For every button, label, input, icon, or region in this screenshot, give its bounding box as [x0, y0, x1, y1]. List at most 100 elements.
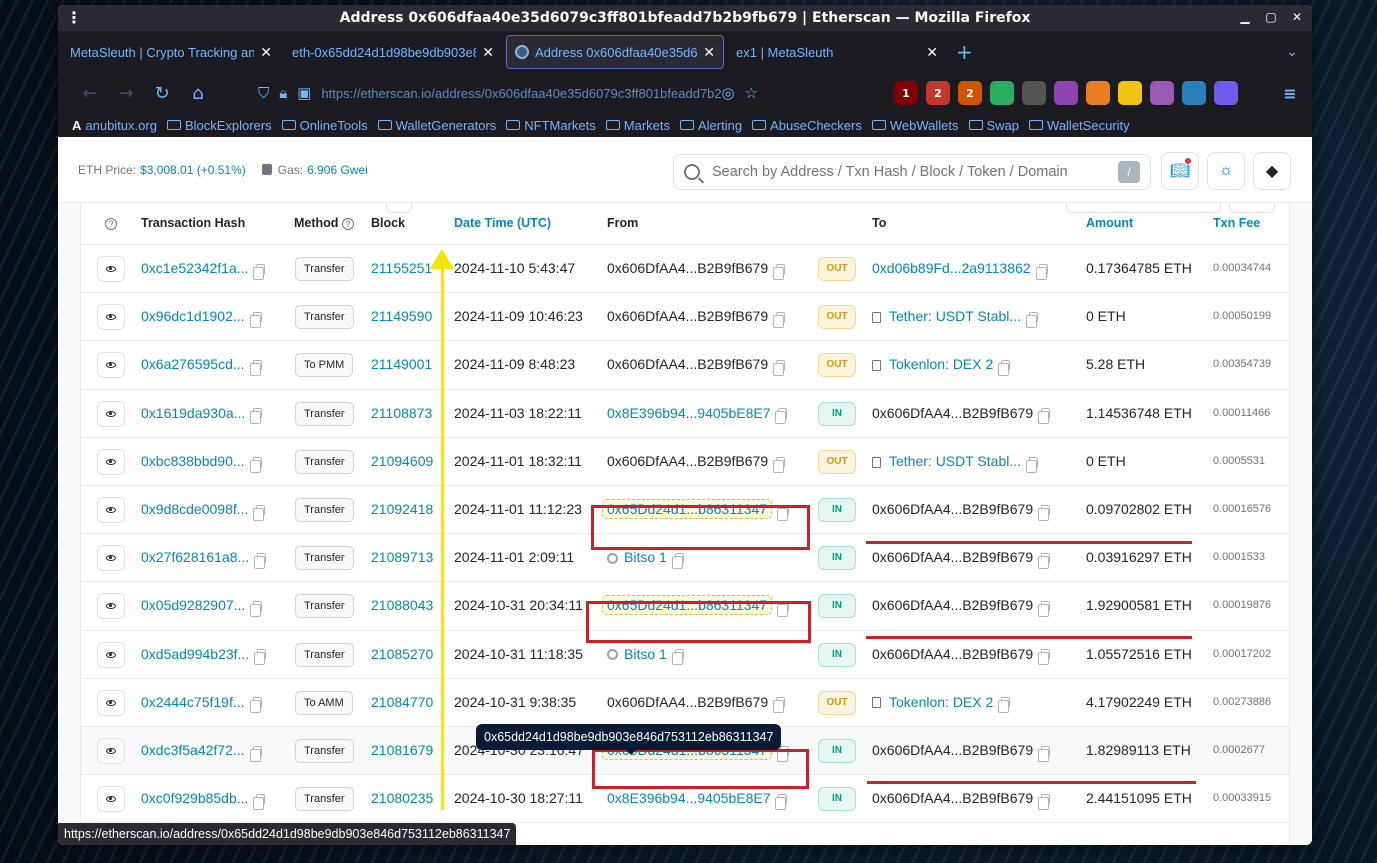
- block-link[interactable]: 21084770: [371, 694, 433, 710]
- copy-icon[interactable]: [1026, 311, 1039, 328]
- bookmark-item[interactable]: WebWallets: [871, 118, 959, 133]
- copy-icon[interactable]: [773, 697, 786, 714]
- shield-icon[interactable]: ⛉: [258, 85, 269, 102]
- bookmark-item[interactable]: Aanubitux.org: [72, 118, 157, 133]
- network-button[interactable]: ◆: [1253, 152, 1291, 190]
- copy-icon[interactable]: [1038, 793, 1051, 810]
- metamask-icon[interactable]: [1086, 81, 1110, 105]
- copy-icon[interactable]: [998, 697, 1011, 714]
- to-address[interactable]: Tokenlon: DEX 2: [889, 356, 993, 372]
- copy-icon[interactable]: [773, 360, 786, 377]
- bug-icon[interactable]: [1022, 81, 1046, 105]
- col-amount[interactable]: Amount: [1086, 216, 1133, 230]
- copy-icon[interactable]: [1038, 601, 1051, 618]
- to-address[interactable]: Tokenlon: DEX 2: [889, 694, 993, 710]
- view-details-button[interactable]: [97, 641, 125, 668]
- view-details-button[interactable]: [97, 496, 125, 523]
- block-link[interactable]: 21094609: [371, 453, 433, 469]
- bookmark-item[interactable]: OnlineTools: [281, 118, 368, 133]
- bookmark-item[interactable]: WalletGenerators: [377, 118, 496, 133]
- method-help-icon[interactable]: ?: [341, 218, 354, 230]
- block-link[interactable]: 21080235: [371, 790, 433, 806]
- window-menu-icon[interactable]: ⋮: [66, 8, 82, 28]
- close-window-icon[interactable]: ✕: [1290, 9, 1304, 25]
- url-text[interactable]: https://etherscan.io/address/0x606dfaa40…: [321, 86, 721, 101]
- copy-icon[interactable]: [253, 263, 266, 280]
- block-link[interactable]: 21108873: [371, 405, 432, 421]
- tab-etherscan-address[interactable]: Address 0x606dfaa40e35d6079c3 ✕: [506, 35, 724, 69]
- ext-orange-icon[interactable]: 2: [958, 81, 982, 105]
- bookmark-item[interactable]: WalletSecurity: [1029, 118, 1130, 133]
- copy-icon[interactable]: [773, 263, 786, 280]
- txn-hash-link[interactable]: 0x27f628161a8...: [141, 549, 249, 565]
- theme-toggle-button[interactable]: ☼: [1207, 152, 1245, 190]
- copy-icon[interactable]: [1038, 408, 1051, 425]
- txn-hash-link[interactable]: 0xdc3f5a42f72...: [141, 742, 245, 758]
- tab-eth-address[interactable]: eth-0x65dd24d1d98be9db903e846d ✕: [284, 35, 502, 69]
- col-fee[interactable]: Txn Fee: [1213, 216, 1260, 230]
- block-link[interactable]: 21088043: [371, 597, 433, 613]
- view-details-button[interactable]: [97, 400, 125, 427]
- copy-icon[interactable]: [1038, 504, 1051, 521]
- ext-blue-icon[interactable]: [1182, 81, 1206, 105]
- col-datetime[interactable]: Date Time (UTC): [454, 216, 551, 230]
- copy-icon[interactable]: [249, 360, 262, 377]
- txn-hash-link[interactable]: 0x1619da930a...: [141, 405, 245, 421]
- bookmark-item[interactable]: BlockExplorers: [166, 118, 272, 133]
- txn-hash-link[interactable]: 0x2444c75f19f...: [141, 694, 245, 710]
- ghost-icon[interactable]: [1150, 81, 1174, 105]
- lock-icon[interactable]: 🔒︎: [279, 85, 287, 102]
- fingerprint-icon[interactable]: ◎: [721, 84, 734, 102]
- block-link[interactable]: 21155251: [371, 260, 432, 276]
- txn-hash-link[interactable]: 0xd5ad994b23f...: [141, 646, 249, 662]
- view-details-button[interactable]: [97, 304, 125, 331]
- copy-icon[interactable]: [671, 552, 684, 569]
- to-address[interactable]: Tether: USDT Stabl...: [889, 308, 1021, 324]
- copy-icon[interactable]: [250, 601, 263, 618]
- view-details-button[interactable]: [97, 448, 125, 475]
- close-tab-icon[interactable]: ✕: [703, 44, 715, 61]
- bookmark-item[interactable]: Markets: [605, 118, 670, 133]
- eth-price-value[interactable]: $3,008.01 (+0.51%): [140, 163, 246, 177]
- gas-value[interactable]: 6.906 Gwei: [307, 163, 368, 177]
- puzzle-icon[interactable]: [1246, 81, 1270, 105]
- txn-hash-link[interactable]: 0xc0f929b85db...: [141, 790, 248, 806]
- new-tab-icon[interactable]: +: [956, 40, 973, 64]
- block-link[interactable]: 21149590: [371, 308, 432, 324]
- copy-icon[interactable]: [775, 408, 788, 425]
- bookmark-item[interactable]: NFTMarkets: [506, 118, 596, 133]
- ext-yellow-icon[interactable]: [1118, 81, 1142, 105]
- copy-icon[interactable]: [254, 552, 267, 569]
- notifications-button[interactable]: 📖︎: [1161, 152, 1199, 190]
- txn-hash-link[interactable]: 0xc1e52342f1a...: [141, 260, 248, 276]
- close-tab-icon[interactable]: ✕: [926, 44, 938, 61]
- copy-icon[interactable]: [253, 504, 266, 521]
- copy-icon[interactable]: [253, 793, 266, 810]
- bookmark-item[interactable]: AbuseCheckers: [752, 118, 862, 133]
- ext-purple-icon[interactable]: [1054, 81, 1078, 105]
- block-link[interactable]: 21092418: [371, 501, 433, 517]
- copy-icon[interactable]: [250, 408, 263, 425]
- copy-icon[interactable]: [773, 456, 786, 473]
- minimize-icon[interactable]: ▁: [1238, 9, 1252, 25]
- view-details-button[interactable]: [97, 545, 125, 572]
- page-info-icon[interactable]: ▣: [297, 84, 311, 102]
- from-address[interactable]: 0x8E396b94...9405bE8E7: [607, 790, 770, 806]
- bookmark-item[interactable]: Alerting: [680, 118, 742, 133]
- txn-hash-link[interactable]: 0x9d8cde0098f...: [141, 501, 248, 517]
- view-details-button[interactable]: [97, 737, 125, 764]
- view-details-button[interactable]: [97, 593, 125, 620]
- copy-icon[interactable]: [998, 360, 1011, 377]
- ublock-icon[interactable]: 1: [894, 81, 918, 105]
- block-link[interactable]: 21081679: [371, 742, 433, 758]
- copy-icon[interactable]: [1035, 263, 1048, 280]
- copy-icon[interactable]: [773, 311, 786, 328]
- list-tabs-chevron-icon[interactable]: ⌄: [1286, 44, 1298, 60]
- txn-hash-link[interactable]: 0x6a276595cd...: [141, 356, 245, 372]
- forward-icon[interactable]: →: [108, 83, 144, 104]
- app-menu-icon[interactable]: ≡: [1278, 81, 1302, 105]
- close-tab-icon[interactable]: ✕: [260, 44, 272, 61]
- copy-icon[interactable]: [671, 649, 684, 666]
- from-address[interactable]: Bitso 1: [624, 646, 667, 662]
- address-bar[interactable]: ⛉ 🔒︎ ▣ https://etherscan.io/address/0x60…: [258, 77, 778, 109]
